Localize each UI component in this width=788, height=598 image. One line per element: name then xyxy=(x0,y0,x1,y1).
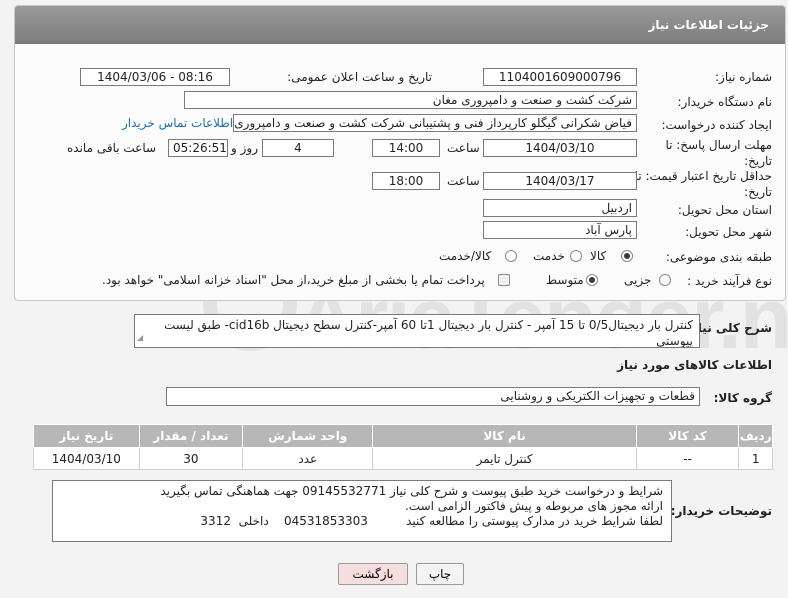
buyer-org-label: نام دستگاه خریدار: xyxy=(677,95,773,109)
process-label: نوع فرآیند خرید : xyxy=(687,274,772,288)
buyer-notes-line-3: لطفا شرایط خرید در مدارک پیوستی را مطالع… xyxy=(200,514,663,528)
buyer-contact-link[interactable]: اطلاعات تماس خریدار xyxy=(122,116,233,130)
resize-grip-icon[interactable]: ◢ xyxy=(137,330,143,346)
treasury-payment-checkbox[interactable] xyxy=(498,274,510,286)
deadline-time-field[interactable]: 14:00 xyxy=(372,139,440,157)
city-label: شهر محل تحویل: xyxy=(685,225,772,239)
buyer-notes-label: توضیحات خریدار: xyxy=(670,504,772,518)
col-date-header: تاریخ نیاز xyxy=(33,424,140,448)
announce-datetime-field[interactable]: 1404/03/06 - 08:16 xyxy=(80,68,230,86)
goods-table: ردیف کد کالا نام کالا واحد شمارش تعداد /… xyxy=(33,424,773,470)
validity-time-label: ساعت xyxy=(447,174,480,188)
col-code-header: کد کالا xyxy=(635,424,740,448)
category-option-service: خدمت xyxy=(533,249,565,263)
print-button[interactable]: چاپ xyxy=(416,563,464,585)
description-field[interactable]: کنترل بار دیجیتال0/5 تا 15 آمپر - کنترل … xyxy=(134,314,700,348)
validity-time-field[interactable]: 18:00 xyxy=(372,172,440,190)
process-radio-medium[interactable] xyxy=(586,274,598,286)
province-label: استان محل تحویل: xyxy=(677,203,772,217)
description-text: کنترل بار دیجیتال0/5 تا 15 آمپر - کنترل … xyxy=(164,318,693,348)
cell-name: کنترل تایمر xyxy=(372,447,637,470)
category-option-goods: کالا xyxy=(590,249,607,263)
goods-group-field[interactable]: قطعات و تجهیزات الکتریکی و روشنایی xyxy=(166,387,700,406)
deadline-time-label: ساعت xyxy=(447,141,480,155)
process-option-medium: متوسط xyxy=(546,273,584,287)
category-radio-service[interactable] xyxy=(570,250,582,262)
deadline-date-field[interactable]: 1404/03/10 xyxy=(483,139,637,157)
treasury-payment-note: پرداخت تمام یا بخشی از مبلغ خرید،از محل … xyxy=(102,273,485,287)
cell-code: -- xyxy=(635,447,740,470)
announce-datetime-label: تاریخ و ساعت اعلان عمومی: xyxy=(287,70,432,84)
cell-date: 1404/03/10 xyxy=(33,447,140,470)
category-radio-goods[interactable] xyxy=(621,250,633,262)
deadline-label: مهلت ارسال پاسخ: تا تاریخ: xyxy=(665,138,772,168)
requester-field[interactable]: فیاض شکرانی گیگلو کارپرداز فنی و پشتیبان… xyxy=(233,114,637,132)
goods-section-title: اطلاعات کالاهای مورد نیاز xyxy=(617,358,772,372)
buyer-notes-line-1: شرایط و درخواست خرید طبق پیوست و شرح کلی… xyxy=(160,484,663,498)
price-validity-label: حداقل تاریخ اعتبار قیمت: تا تاریخ: xyxy=(634,169,772,199)
requester-label: ایجاد کننده درخواست: xyxy=(661,118,772,132)
table-header-row: ردیف کد کالا نام کالا واحد شمارش تعداد /… xyxy=(33,424,773,448)
category-option-goods-service: کالا/خدمت xyxy=(439,249,492,263)
table-row[interactable]: 1 -- کنترل تایمر عدد 30 1404/03/10 xyxy=(33,447,773,470)
buyer-org-field[interactable]: شرکت کشت و صنعت و دامپروری مغان xyxy=(184,91,637,109)
cell-unit: عدد xyxy=(242,447,374,470)
cell-row: 1 xyxy=(738,447,773,470)
need-number-field[interactable]: 1104001609000796 xyxy=(483,68,637,86)
process-option-minor: جزیی xyxy=(624,273,652,287)
city-field[interactable]: پارس آباد xyxy=(483,221,637,239)
col-name-header: نام کالا xyxy=(372,424,637,448)
panel-header: جزئیات اطلاعات نیاز xyxy=(15,6,785,44)
cell-qty: 30 xyxy=(138,447,244,470)
buyer-notes-field[interactable]: شرایط و درخواست خرید طبق پیوست و شرح کلی… xyxy=(52,480,672,542)
buyer-notes-line-2: ارائه مجوز های مربوطه و پیش فاکتور الزام… xyxy=(404,499,663,513)
col-qty-header: تعداد / مقدار xyxy=(138,424,244,448)
province-field[interactable]: اردبیل xyxy=(483,199,637,217)
back-button[interactable]: بازگشت xyxy=(338,563,408,585)
days-label: روز و xyxy=(231,141,258,155)
days-remaining-field[interactable]: 4 xyxy=(262,139,334,157)
time-remaining-label: ساعت باقی مانده xyxy=(67,141,157,155)
validity-date-field[interactable]: 1404/03/17 xyxy=(483,172,637,190)
time-remaining-field[interactable]: 05:26:51 xyxy=(168,139,228,157)
page-title: جزئیات اطلاعات نیاز xyxy=(648,18,769,32)
col-unit-header: واحد شمارش xyxy=(242,424,374,448)
col-row-header: ردیف xyxy=(738,424,773,448)
need-number-label: شماره نیاز: xyxy=(715,70,772,84)
category-radio-goods-service[interactable] xyxy=(505,250,517,262)
process-radio-minor[interactable] xyxy=(659,274,671,286)
category-label: طبقه بندی موضوعی: xyxy=(665,250,772,264)
goods-group-label: گروه کالا: xyxy=(713,391,772,405)
